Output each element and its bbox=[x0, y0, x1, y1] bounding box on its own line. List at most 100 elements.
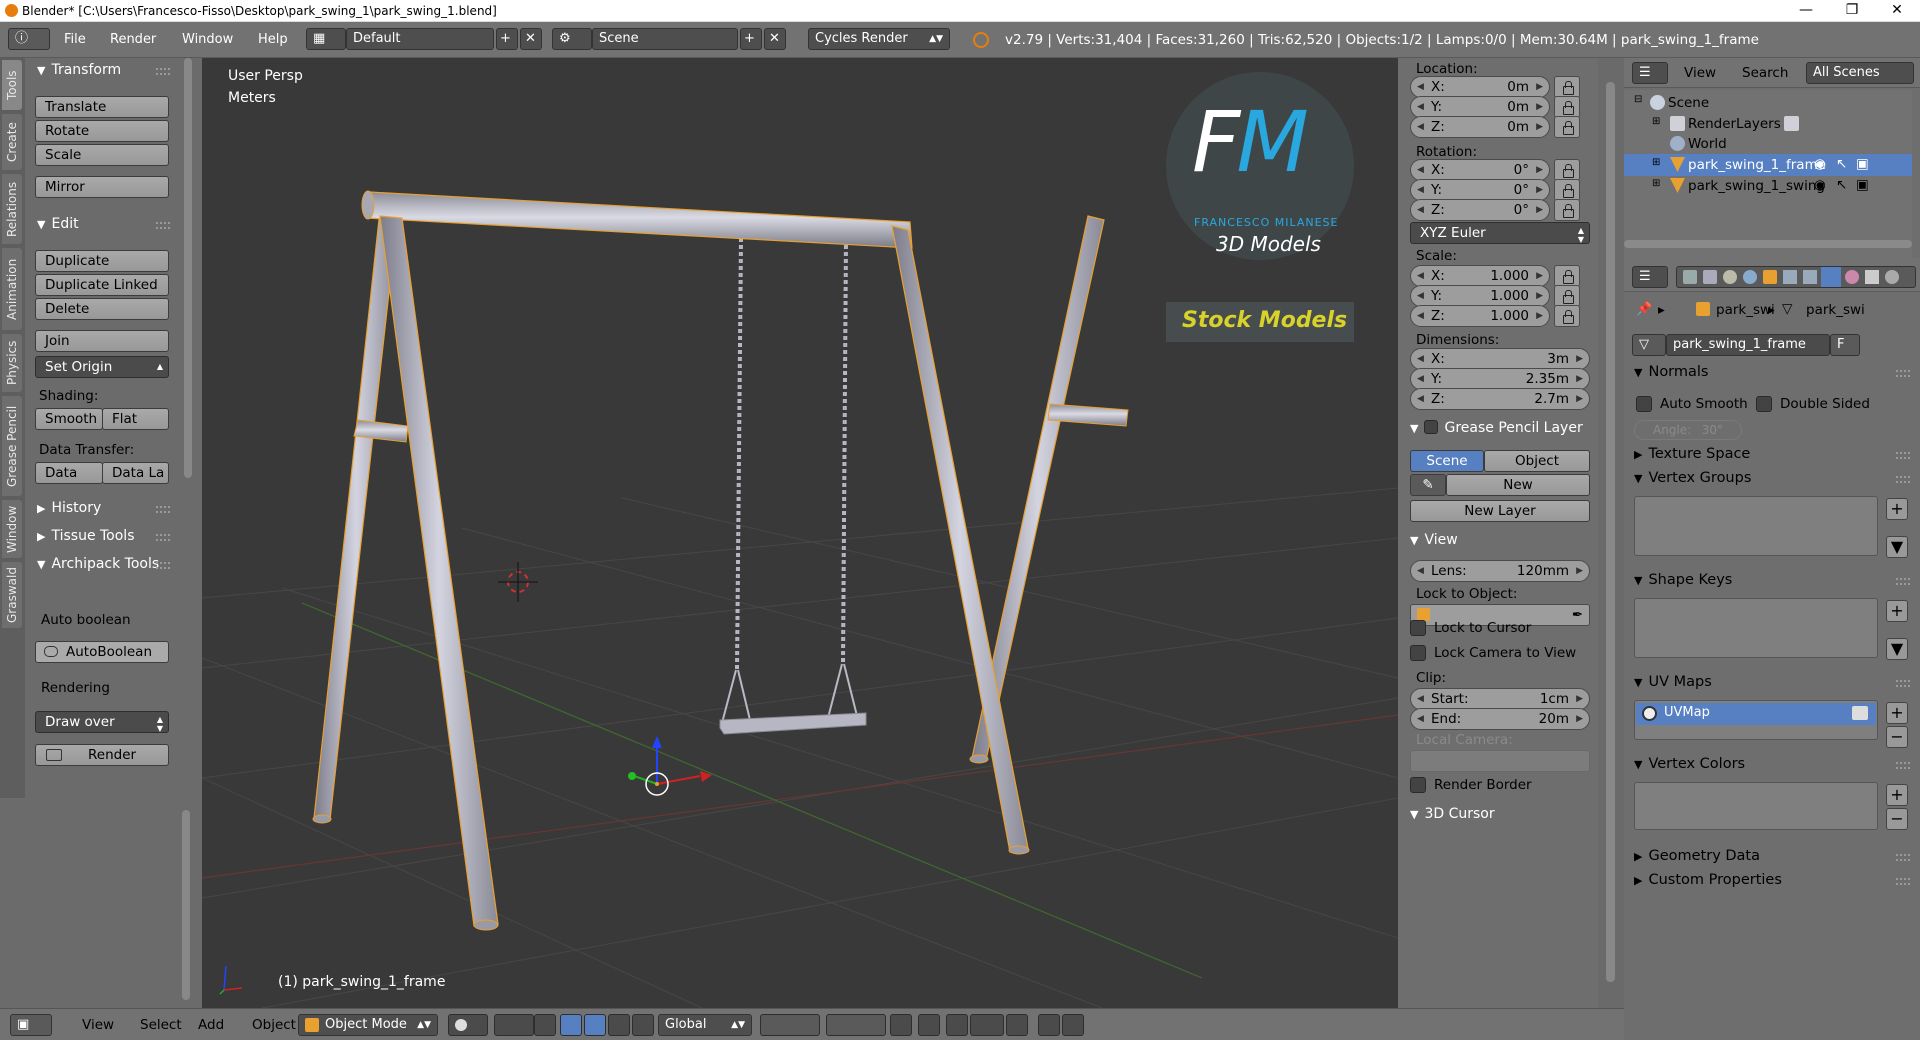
clip-end-field[interactable]: ◀ End: 20m ▶ bbox=[1410, 708, 1590, 730]
render-camera-icon[interactable]: ▣ bbox=[1856, 156, 1869, 172]
angle-field[interactable]: Angle: 30° bbox=[1634, 420, 1742, 440]
tissue-tools-panel-header[interactable]: ▶ Tissue Tools bbox=[37, 528, 135, 544]
menu-select[interactable]: Select bbox=[140, 1017, 182, 1033]
drag-grip-icon[interactable] bbox=[1896, 762, 1910, 769]
drag-grip-icon[interactable] bbox=[1896, 370, 1910, 377]
layer-lock-icon[interactable] bbox=[890, 1014, 912, 1036]
rotation-mode-dropdown[interactable]: XYZ Euler ▲ ▼ bbox=[1410, 222, 1590, 244]
expand-icon[interactable]: ⊞ bbox=[1652, 116, 1660, 127]
outliner-hscrollbar[interactable] bbox=[1624, 240, 1912, 248]
increment-arrow-icon[interactable]: ▶ bbox=[1536, 77, 1543, 97]
world-tab-icon[interactable] bbox=[1743, 270, 1757, 284]
drag-grip-icon[interactable] bbox=[1896, 854, 1910, 861]
texture-space-header[interactable]: ▶ Texture Space bbox=[1634, 446, 1750, 462]
lock-camera-checkbox[interactable] bbox=[1410, 645, 1426, 661]
mode-selector[interactable]: Object Mode ▲▼ bbox=[298, 1014, 438, 1036]
increment-arrow-icon[interactable]: ▶ bbox=[1536, 286, 1543, 306]
vertex-groups-list[interactable] bbox=[1634, 496, 1878, 556]
decrement-arrow-icon[interactable]: ◀ bbox=[1417, 180, 1424, 200]
vertex-groups-header[interactable]: ▼ Vertex Groups bbox=[1634, 470, 1751, 486]
tool-shelf-scroll-thumb[interactable] bbox=[184, 58, 192, 478]
add-layout-icon[interactable]: + bbox=[496, 28, 518, 50]
drag-grip-icon[interactable] bbox=[1896, 878, 1910, 885]
mesh-datablock-icon[interactable]: ▽ bbox=[1632, 334, 1666, 356]
opengl-animation-icon[interactable] bbox=[1062, 1014, 1084, 1036]
delete-layout-icon[interactable]: ✕ bbox=[520, 28, 542, 50]
proportional-edit-icon[interactable] bbox=[918, 1014, 940, 1036]
decrement-arrow-icon[interactable]: ◀ bbox=[1417, 369, 1424, 389]
render-engine-selector[interactable]: Cycles Render ▲▼ bbox=[808, 28, 950, 50]
renderlayer-toggle-icon[interactable] bbox=[1784, 116, 1799, 131]
delete-button[interactable]: Delete bbox=[35, 298, 169, 320]
scene-tab-icon[interactable] bbox=[1723, 270, 1737, 284]
menu-object[interactable]: Object bbox=[252, 1017, 296, 1033]
outliner-view-menu[interactable]: View bbox=[1684, 65, 1716, 81]
minimize-button[interactable]: — bbox=[1783, 0, 1829, 22]
select-arrow-icon[interactable]: ↖ bbox=[1836, 177, 1847, 193]
outliner-swing-object[interactable]: park_swing_1_swing bbox=[1688, 178, 1825, 194]
maximize-button[interactable]: ❐ bbox=[1829, 0, 1875, 22]
increment-arrow-icon[interactable]: ▶ bbox=[1576, 389, 1583, 409]
delete-scene-icon[interactable]: ✕ bbox=[764, 28, 786, 50]
gp-pencil-icon[interactable]: ✎ bbox=[1410, 474, 1446, 496]
edit-panel-header[interactable]: ▼ Edit bbox=[37, 216, 79, 232]
eyedropper-icon[interactable]: ✒ bbox=[1572, 605, 1583, 625]
decrement-arrow-icon[interactable]: ◀ bbox=[1417, 286, 1424, 306]
screen-layout-icon[interactable]: ▦ bbox=[306, 28, 346, 50]
shape-keys-header[interactable]: ▼ Shape Keys bbox=[1634, 572, 1732, 588]
outliner-frame-object[interactable]: park_swing_1_frame bbox=[1688, 157, 1826, 173]
transform-orientation[interactable]: Global ▲▼ bbox=[658, 1014, 752, 1036]
smooth-button[interactable]: Smooth bbox=[35, 408, 103, 430]
decrement-arrow-icon[interactable]: ◀ bbox=[1417, 97, 1424, 117]
join-button[interactable]: Join bbox=[35, 330, 169, 352]
visibility-eye-icon[interactable]: ◉ bbox=[1814, 156, 1826, 172]
decrement-arrow-icon[interactable]: ◀ bbox=[1417, 77, 1424, 97]
n-panel-scrollbar[interactable] bbox=[1606, 82, 1615, 982]
render-button[interactable]: Render bbox=[35, 744, 169, 766]
menu-add[interactable]: Add bbox=[198, 1017, 224, 1033]
drag-grip-icon[interactable] bbox=[156, 534, 170, 541]
tab-animation[interactable]: Animation bbox=[2, 248, 22, 330]
gp-new-layer-button[interactable]: New Layer bbox=[1410, 500, 1590, 522]
rotation-z-field[interactable]: ◀ Z: 0° ▶ bbox=[1410, 199, 1550, 221]
tab-graswald[interactable]: Graswald bbox=[2, 562, 22, 628]
menu-file[interactable]: File bbox=[64, 32, 86, 47]
gp-new-button[interactable]: New bbox=[1446, 474, 1590, 496]
menu-render[interactable]: Render bbox=[110, 32, 156, 47]
increment-arrow-icon[interactable]: ▶ bbox=[1536, 266, 1543, 286]
tab-physics[interactable]: Physics bbox=[2, 334, 22, 392]
decrement-arrow-icon[interactable]: ◀ bbox=[1417, 200, 1424, 220]
decrement-arrow-icon[interactable]: ◀ bbox=[1417, 117, 1424, 137]
custom-properties-header[interactable]: ▶ Custom Properties bbox=[1634, 872, 1782, 888]
location-y-field[interactable]: ◀ Y: 0m ▶ bbox=[1410, 96, 1550, 118]
dimensions-x-field[interactable]: ◀ X: 3m ▶ bbox=[1410, 348, 1590, 370]
scene-layers-icon[interactable] bbox=[826, 1014, 886, 1036]
pin-icon[interactable]: 📌 bbox=[1636, 302, 1652, 317]
outliner-renderlayers[interactable]: RenderLayers bbox=[1688, 116, 1781, 132]
tab-relations[interactable]: Relations bbox=[2, 174, 22, 244]
expand-icon[interactable]: ⊞ bbox=[1652, 178, 1660, 189]
vertex-colors-header[interactable]: ▼ Vertex Colors bbox=[1634, 756, 1745, 772]
lock-icon[interactable] bbox=[1554, 305, 1580, 327]
autoboolean-button[interactable]: AutoBoolean bbox=[35, 641, 169, 663]
tab-create[interactable]: Create bbox=[2, 114, 22, 170]
viewport-shading-icon[interactable] bbox=[448, 1014, 488, 1036]
remove-uv-map-button[interactable]: − bbox=[1886, 726, 1908, 748]
drag-grip-icon[interactable] bbox=[156, 68, 170, 75]
lock-to-cursor-checkbox[interactable] bbox=[1410, 620, 1426, 636]
outliner-display-mode[interactable]: All Scenes bbox=[1806, 62, 1914, 84]
transform-panel-header[interactable]: ▼ Transform bbox=[37, 62, 121, 78]
snap-element-icon[interactable] bbox=[970, 1014, 1004, 1036]
clip-start-field[interactable]: ◀ Start: 1cm ▶ bbox=[1410, 688, 1590, 710]
select-arrow-icon[interactable]: ↖ bbox=[1836, 156, 1847, 172]
add-vertex-group-button[interactable]: + bbox=[1886, 498, 1908, 520]
add-uv-map-button[interactable]: + bbox=[1886, 702, 1908, 724]
drag-grip-icon[interactable] bbox=[1896, 452, 1910, 459]
visibility-eye-icon[interactable]: ◉ bbox=[1814, 177, 1826, 193]
object-tab-icon[interactable] bbox=[1763, 270, 1777, 284]
rotate-manipulator-icon[interactable] bbox=[608, 1014, 630, 1036]
set-origin-dropdown[interactable]: Set Origin ▲ bbox=[35, 356, 169, 378]
decrement-arrow-icon[interactable]: ◀ bbox=[1417, 349, 1424, 369]
double-sided-checkbox[interactable] bbox=[1756, 396, 1772, 412]
scale-button[interactable]: Scale bbox=[35, 144, 169, 166]
